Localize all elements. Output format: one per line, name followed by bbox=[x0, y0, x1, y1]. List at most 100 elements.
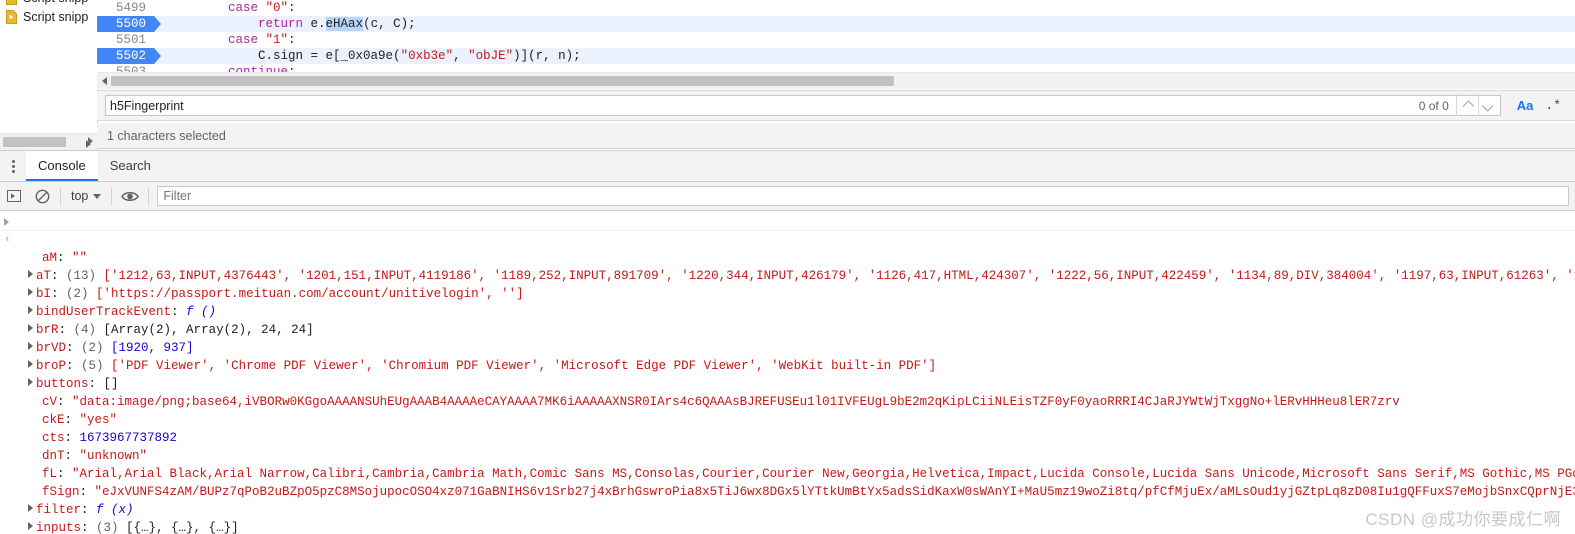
console-output[interactable]: c ‹ {ver: '1.1.1', rId: '0x00', ts: 1673… bbox=[0, 212, 1575, 534]
tab-search[interactable]: Search bbox=[98, 151, 163, 181]
console-property-row[interactable]: filter: f (x) bbox=[0, 501, 1575, 519]
console-property-row[interactable]: brVD: (2) [1920, 937] bbox=[0, 339, 1575, 357]
console-property-row[interactable]: fL: "Arial,Arial Black,Arial Narrow,Cali… bbox=[0, 465, 1575, 483]
console-property-row[interactable]: cts: 1673967737892 bbox=[0, 429, 1575, 447]
property-colon: : bbox=[64, 413, 80, 427]
navigator-item[interactable]: Script snipp bbox=[0, 0, 97, 7]
drawer-tab-bar: Console Search bbox=[0, 151, 1575, 182]
property-count: (4) bbox=[73, 323, 104, 337]
code-token: ( bbox=[393, 49, 401, 63]
property-value: "eJxVUNFS4zAM/BUPz7qPoB2uBZpO5pzC8MSojup… bbox=[94, 485, 1575, 499]
navigator-file-list[interactable]: Script snipp Script snipp bbox=[0, 0, 98, 150]
console-result-preview[interactable]: ‹ {ver: '1.1.1', rId: '0x00', ts: 167396… bbox=[0, 231, 1575, 249]
property-key: inputs bbox=[36, 521, 82, 534]
property-key: dnT bbox=[42, 449, 65, 463]
toolbar-divider bbox=[60, 187, 61, 205]
property-key: brVD bbox=[36, 341, 67, 355]
property-count: (2) bbox=[81, 341, 112, 355]
property-colon: : bbox=[66, 359, 82, 373]
property-key: fL bbox=[42, 467, 58, 481]
console-property-row[interactable]: brR: (4) [Array(2), Array(2), 24, 24] bbox=[0, 321, 1575, 339]
live-expression-button[interactable] bbox=[116, 182, 144, 211]
console-property-row[interactable]: bI: (2) ['https://passport.meituan.com/a… bbox=[0, 285, 1575, 303]
expand-triangle-icon[interactable] bbox=[28, 324, 33, 332]
navigator-expand-button[interactable] bbox=[80, 136, 96, 152]
clear-console-button[interactable] bbox=[28, 182, 56, 211]
search-prev-button[interactable] bbox=[1455, 95, 1478, 116]
search-input-wrapper[interactable]: 0 of 0 bbox=[105, 95, 1501, 116]
line-number[interactable]: 5500 bbox=[97, 16, 161, 32]
console-property-row[interactable]: dnT: "unknown" bbox=[0, 447, 1575, 465]
expand-triangle-icon[interactable] bbox=[28, 306, 33, 314]
console-property-row[interactable]: buttons: [] bbox=[0, 375, 1575, 393]
search-input[interactable] bbox=[106, 96, 1412, 115]
kebab-dot bbox=[11, 169, 15, 173]
execution-context-label: top bbox=[71, 189, 89, 203]
console-property-row[interactable]: ckE: "yes" bbox=[0, 411, 1575, 429]
console-property-row[interactable]: aM: "" bbox=[0, 249, 1575, 267]
property-key: bindUserTrackEvent bbox=[36, 305, 172, 319]
execution-context-selector[interactable]: top bbox=[65, 189, 107, 203]
console-filter-input[interactable] bbox=[157, 186, 1569, 206]
property-value: ['https://passport.meituan.com/account/u… bbox=[96, 287, 524, 301]
console-property-row[interactable]: broP: (5) ['PDF Viewer', 'Chrome PDF Vie… bbox=[0, 357, 1575, 375]
expand-triangle-icon[interactable] bbox=[28, 360, 33, 368]
property-colon: : bbox=[171, 305, 187, 319]
property-colon: : bbox=[81, 521, 97, 534]
property-value: [Array(2), Array(2), 24, 24] bbox=[103, 323, 314, 337]
scrollbar-thumb[interactable] bbox=[111, 76, 894, 86]
expand-triangle-icon[interactable] bbox=[28, 288, 33, 296]
code-token: case bbox=[228, 1, 266, 15]
code-line[interactable]: 5501 case "1": bbox=[97, 32, 1575, 48]
console-property-row[interactable]: fSign: "eJxVUNFS4zAM/BUPz7qPoB2uBZpO5pzC… bbox=[0, 483, 1575, 501]
expand-triangle-icon[interactable] bbox=[28, 504, 33, 512]
line-number[interactable]: 5499 bbox=[97, 0, 154, 16]
property-value: "yes" bbox=[79, 413, 118, 427]
console-property-row[interactable]: aT: (13) ['1212,63,INPUT,4376443', '1201… bbox=[0, 267, 1575, 285]
search-next-button[interactable] bbox=[1477, 95, 1500, 116]
property-value: "data:image/png;base64,iVBORw0KGgoAAAANS… bbox=[72, 395, 1400, 409]
code-line[interactable]: 5502 C.sign = e[_0x0a9e("0xb3e", "obJE")… bbox=[97, 48, 1575, 64]
navigator-item-label: Script snipp bbox=[23, 9, 89, 24]
expand-triangle-icon[interactable] bbox=[28, 342, 33, 350]
line-number[interactable]: 5502 bbox=[97, 48, 161, 64]
expand-triangle-icon[interactable] bbox=[28, 270, 33, 278]
property-count: (3) bbox=[96, 521, 127, 534]
property-colon: : bbox=[64, 431, 80, 445]
code-lines: 5499 case "0": 5500 return e.eHAax(c, C);… bbox=[97, 0, 1575, 80]
property-colon: : bbox=[57, 251, 73, 265]
more-options-button[interactable] bbox=[0, 151, 26, 181]
console-property-row[interactable]: cV: "data:image/png;base64,iVBORw0KGgoAA… bbox=[0, 393, 1575, 411]
sources-panel: Script snipp Script snipp 5499 case "0":… bbox=[0, 0, 1575, 150]
console-property-row[interactable]: bindUserTrackEvent: f () bbox=[0, 303, 1575, 321]
property-colon: : bbox=[88, 377, 104, 391]
property-key: brR bbox=[36, 323, 59, 337]
navigator-item-label: Script snipp bbox=[23, 0, 88, 5]
property-value: [1920, 937] bbox=[111, 341, 194, 355]
line-number[interactable]: 5501 bbox=[97, 32, 154, 48]
editor-horizontal-scrollbar[interactable] bbox=[97, 72, 1575, 89]
expand-triangle-icon[interactable] bbox=[28, 522, 33, 530]
regex-button[interactable]: .* bbox=[1543, 98, 1575, 113]
property-value: "Arial,Arial Black,Arial Narrow,Calibri,… bbox=[72, 467, 1575, 481]
property-key: aT bbox=[36, 269, 52, 283]
match-case-button[interactable]: Aa bbox=[1501, 98, 1544, 113]
scrollbar-thumb[interactable] bbox=[3, 137, 66, 147]
expand-triangle-icon[interactable] bbox=[28, 378, 33, 386]
code-token: , bbox=[453, 49, 469, 63]
editor-search-bar: 0 of 0 Aa .* bbox=[97, 90, 1575, 121]
tab-console-label: Console bbox=[38, 157, 86, 173]
tab-search-label: Search bbox=[109, 157, 151, 173]
property-key: buttons bbox=[36, 377, 89, 391]
console-property-row[interactable]: inputs: (3) [{…}, {…}, {…}] bbox=[0, 519, 1575, 534]
toolbar-divider bbox=[148, 187, 150, 205]
navigator-item[interactable]: Script snipp bbox=[0, 7, 97, 26]
code-token: return bbox=[258, 17, 304, 31]
code-line[interactable]: 5500 return e.eHAax(c, C); bbox=[97, 16, 1575, 32]
scrollbar-left-arrow[interactable] bbox=[102, 77, 107, 85]
execute-sidebar-button[interactable] bbox=[0, 182, 28, 211]
property-count: (13) bbox=[66, 269, 104, 283]
tab-console[interactable]: Console bbox=[26, 151, 98, 181]
chevron-up-icon bbox=[1463, 99, 1475, 112]
code-line[interactable]: 5499 case "0": bbox=[97, 0, 1575, 16]
